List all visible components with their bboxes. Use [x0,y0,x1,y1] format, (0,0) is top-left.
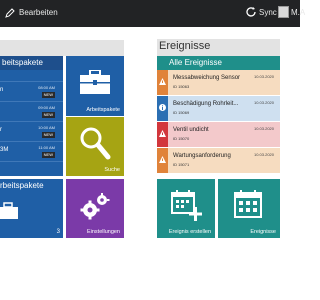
work-packages-tile[interactable]: rbeitspakete 3 [0,179,63,238]
work-packages-list-tile[interactable]: beitspakete n 08:00 AM NEW 09:00 AM NEW … [0,56,63,176]
event-title: Ventil undicht [173,127,209,133]
warning-icon [159,78,166,85]
list-item[interactable]: n 08:00 AM NEW [0,82,63,102]
work-packages-list-title: beitspakete [2,58,43,67]
suche-label: Suche [104,167,120,173]
arbeitspakete-label: Arbeitspakete [86,107,120,113]
arbeitspakete-tile[interactable]: Arbeitspakete [66,56,124,116]
einstellungen-tile[interactable]: Einstellungen [66,179,124,238]
pencil-icon[interactable] [5,8,15,18]
new-badge: NEW [41,132,55,138]
list-item-title: 3M [0,147,9,153]
calendar-add-icon [171,190,202,221]
magnifier-icon [80,127,111,160]
create-event-label: Ereignis erstellen [168,229,211,235]
user-name[interactable]: M.A [291,8,305,17]
event-item[interactable]: Ventil undicht ID 15070 10.03.2020 [157,122,280,147]
event-date: 10.03.2020 [253,126,274,131]
einstellungen-label: Einstellungen [86,229,120,235]
edit-button[interactable]: Bearbeiten [19,8,58,17]
sync-icon[interactable] [245,6,257,18]
event-item[interactable]: Beschädigung Rohrleit... ID 15069 10.03.… [157,96,280,121]
event-id: ID 15071 [173,162,190,167]
event-id: ID 15069 [173,110,190,115]
event-item[interactable]: Messabweichung Sensor ID 15063 10.03.202… [157,70,280,95]
work-packages-list-header: beitspakete [0,56,63,70]
calendar-icon [234,190,262,218]
list-item-time: 09:00 AM [38,105,55,110]
event-id: ID 15070 [173,136,190,141]
list-item-title: r [0,127,2,133]
event-title: Messabweichung Sensor [173,75,241,81]
info-icon [159,104,166,111]
left-panel-background [0,40,124,56]
warning-icon [159,130,166,137]
events-label: Ereignisse [250,229,276,235]
list-item[interactable] [0,70,63,82]
toolbox-icon [0,202,18,219]
events-list-header[interactable]: Alle Ereignisse [157,56,280,70]
list-item[interactable]: 09:00 AM NEW [0,102,63,122]
create-event-tile[interactable]: Ereignis erstellen [157,179,215,238]
event-title: Beschädigung Rohrleit... [173,101,239,107]
new-badge: NEW [41,92,55,98]
events-list-tile: Alle Ereignisse Messabweichung Sensor ID… [157,56,280,176]
user-avatar-icon[interactable] [278,6,289,18]
list-item-time: 08:00 AM [38,85,55,90]
list-item[interactable]: 3M 11:00 AM NEW [0,142,63,162]
list-item[interactable]: r 10:00 AM NEW [0,122,63,142]
list-item-title: n [0,87,4,93]
work-packages-count: 3 [56,229,60,235]
work-packages-tile-title: rbeitspakete [0,181,44,190]
list-item-time: 10:00 AM [38,125,55,130]
new-badge: NEW [41,152,55,158]
gears-icon [80,193,110,220]
suche-tile[interactable]: Suche [66,117,124,176]
event-id: ID 15063 [173,84,190,89]
briefcase-icon [80,70,110,94]
event-date: 10.03.2020 [253,152,274,157]
top-bar: Bearbeiten Sync M.A [0,0,305,27]
events-tile[interactable]: Ereignisse [218,179,280,238]
warning-icon [159,156,166,163]
list-item-time: 11:00 AM [38,145,55,150]
event-date: 10.03.2020 [253,100,274,105]
events-section-title: Ereignisse [159,40,211,52]
event-title: Wartungsanforderung [173,153,231,159]
sync-button[interactable]: Sync [259,8,277,17]
event-item[interactable]: Wartungsanforderung ID 15071 10.03.2020 [157,148,280,173]
event-date: 10.03.2020 [253,74,274,79]
events-list-title: Alle Ereignisse [169,58,222,67]
new-badge: NEW [41,112,55,118]
